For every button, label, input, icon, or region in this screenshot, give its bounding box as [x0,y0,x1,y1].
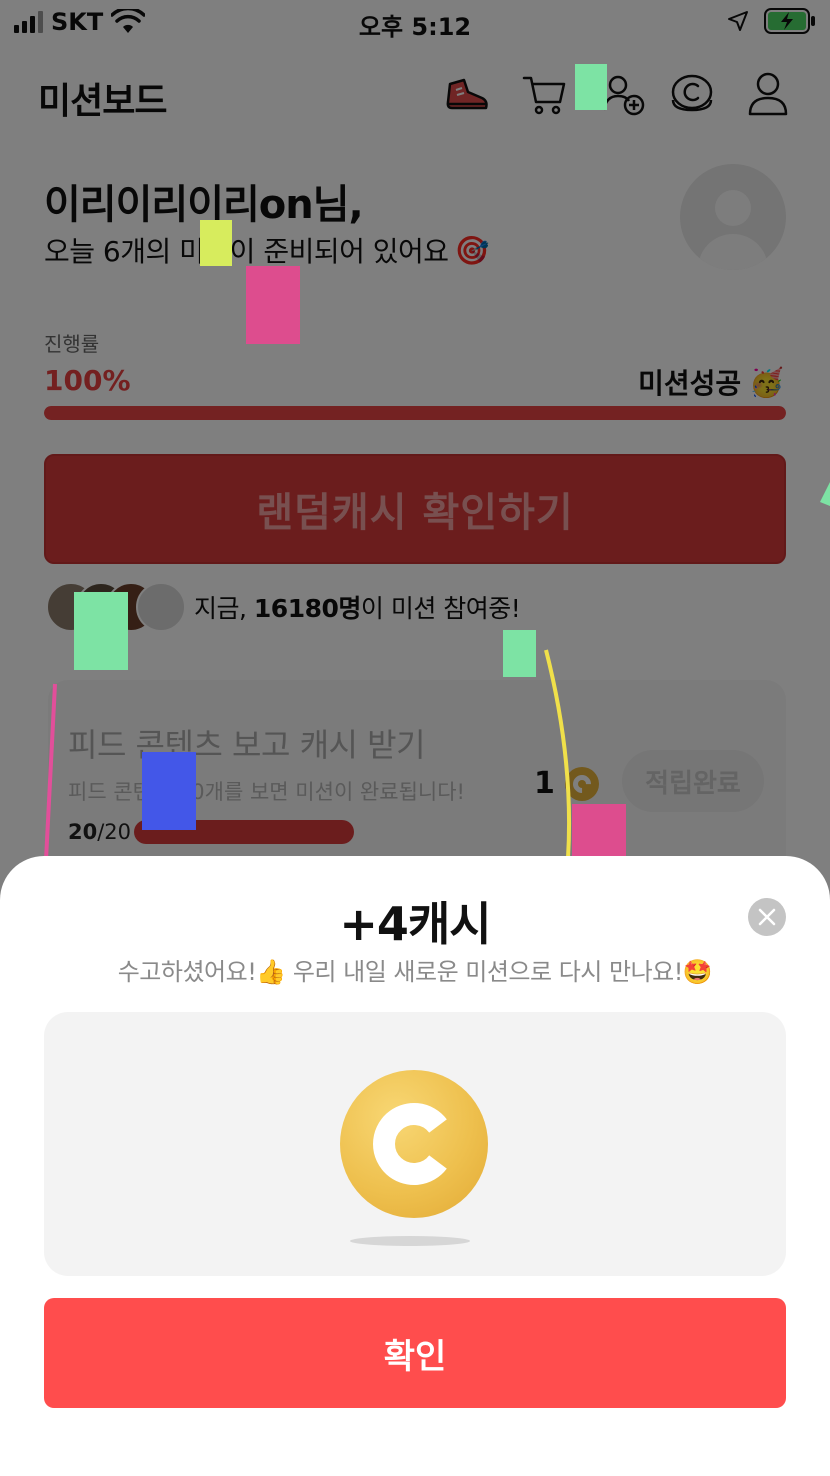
coin-shadow [350,1236,470,1246]
coin-panel [44,1012,786,1276]
confirm-button[interactable]: 확인 [44,1298,786,1408]
reward-message: 수고하셨어요!👍 우리 내일 새로운 미션으로 다시 만나요!🤩 [117,958,713,986]
close-icon [758,908,776,926]
close-button[interactable] [748,898,786,936]
coin-icon [340,1070,488,1218]
reward-bottom-sheet: +4캐시 수고하셨어요!👍 우리 내일 새로운 미션으로 다시 만나요!🤩 확인 [0,856,830,1476]
reward-title: +4캐시 [339,897,491,951]
